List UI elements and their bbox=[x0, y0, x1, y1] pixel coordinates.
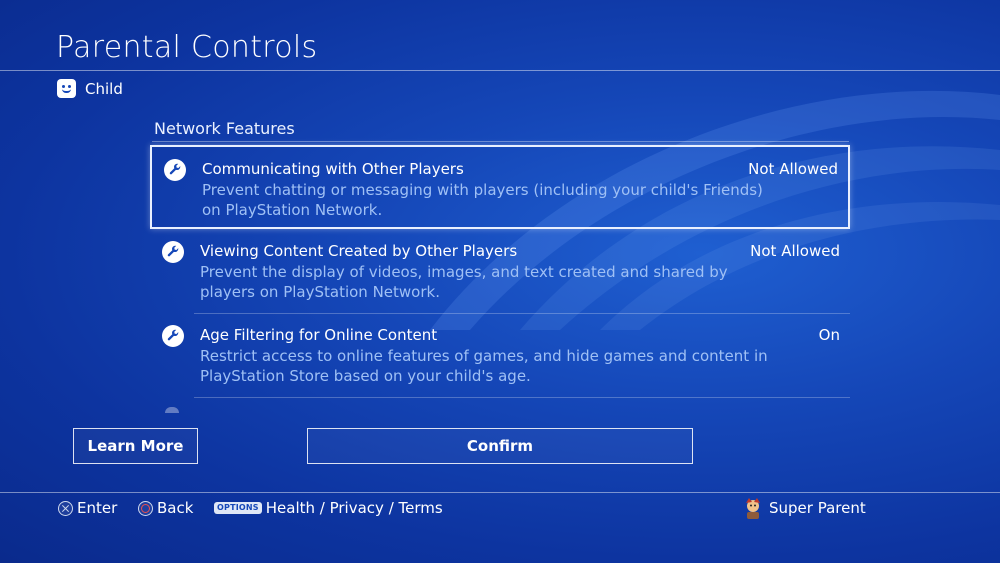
setting-description: Restrict access to online features of ga… bbox=[200, 347, 768, 385]
setting-description: Prevent chatting or messaging with playe… bbox=[202, 181, 763, 219]
section-title: Network Features bbox=[154, 119, 295, 138]
wrench-icon bbox=[164, 159, 186, 181]
account-name: Super Parent bbox=[769, 499, 866, 517]
user-indicator: Child bbox=[57, 79, 123, 98]
next-item-peek-icon bbox=[165, 407, 179, 413]
wrench-icon bbox=[162, 241, 184, 263]
setting-communicating-with-other-players[interactable]: Communicating with Other Players Not All… bbox=[150, 145, 850, 229]
user-name: Child bbox=[85, 79, 123, 98]
avatar bbox=[746, 498, 760, 519]
options-button-icon: OPTIONS bbox=[214, 502, 262, 514]
footer-back-hint[interactable]: Back bbox=[138, 498, 193, 518]
enter-label: Enter bbox=[77, 499, 118, 517]
circle-button-icon bbox=[138, 500, 153, 516]
learn-more-button[interactable]: Learn More bbox=[73, 428, 198, 464]
setting-viewing-content-created-by-other-players[interactable]: Viewing Content Created by Other Players… bbox=[150, 229, 850, 314]
footer-options-hint[interactable]: OPTIONS Health / Privacy / Terms bbox=[214, 498, 443, 518]
back-label: Back bbox=[157, 499, 194, 517]
title-divider bbox=[0, 70, 1000, 71]
health-privacy-terms-label: Health / Privacy / Terms bbox=[265, 499, 443, 517]
section-divider bbox=[152, 141, 849, 142]
setting-title: Viewing Content Created by Other Players bbox=[200, 242, 518, 260]
footer-enter-hint[interactable]: Enter bbox=[58, 498, 117, 518]
setting-value: Not Allowed bbox=[748, 160, 838, 178]
setting-description: Prevent the display of videos, images, a… bbox=[200, 263, 728, 301]
cross-button-icon bbox=[58, 500, 73, 516]
smiley-face-icon bbox=[57, 79, 76, 98]
account-indicator: Super Parent bbox=[743, 498, 866, 519]
setting-value: On bbox=[818, 326, 840, 344]
footer-divider bbox=[0, 492, 1000, 493]
setting-age-filtering-for-online-content[interactable]: Age Filtering for Online Content On Rest… bbox=[150, 313, 850, 398]
setting-value: Not Allowed bbox=[750, 242, 840, 260]
wrench-icon bbox=[162, 325, 184, 347]
setting-title: Age Filtering for Online Content bbox=[200, 326, 438, 344]
item-divider bbox=[194, 397, 850, 398]
setting-title: Communicating with Other Players bbox=[202, 160, 464, 178]
confirm-button[interactable]: Confirm bbox=[307, 428, 693, 464]
page-title: Parental Controls bbox=[56, 30, 318, 65]
